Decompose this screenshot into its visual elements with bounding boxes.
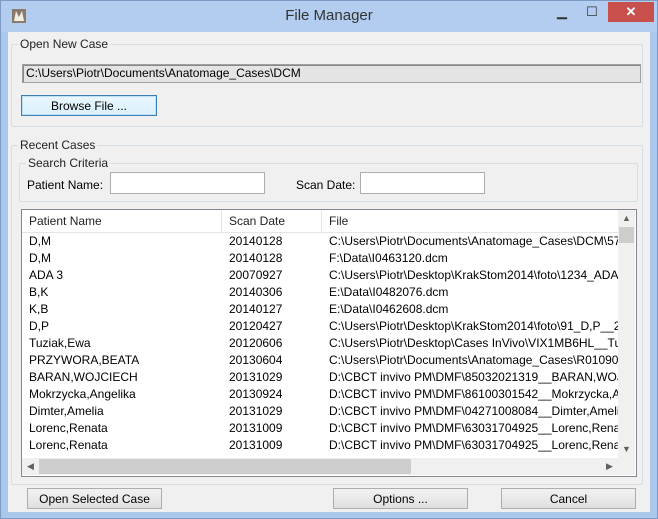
scroll-down-arrow-icon[interactable]: ▼ [618, 441, 635, 458]
table-row[interactable]: D,M 20140128 F:\Data\I0463120.dcm [22, 250, 618, 267]
title-bar[interactable]: File Manager ▁ ☐ ✕ [1, 1, 657, 32]
scan-date-input[interactable] [360, 172, 485, 194]
cell-file: D:\CBCT invivo PM\DMF\63031704925__Loren… [329, 421, 618, 435]
scrollbar-corner [618, 458, 635, 475]
table-row[interactable]: K,B 20140127 E:\Data\I0462608.dcm [22, 301, 618, 318]
table-row[interactable]: Mokrzycka,Angelika 20130924 D:\CBCT invivo… [22, 386, 618, 403]
cell-scan-date: 20120606 [229, 336, 283, 350]
cell-scan-date: 20131029 [229, 404, 283, 418]
case-path-field[interactable]: C:\Users\Piotr\Documents\Anatomage_Cases… [22, 64, 641, 83]
open-selected-case-button[interactable]: Open Selected Case [27, 488, 162, 509]
cell-scan-date: 20140128 [229, 251, 283, 265]
table-row[interactable]: Lorenc,Renata 20131009 D:\CBCT invivo PM\D… [22, 437, 618, 454]
cell-scan-date: 20131009 [229, 421, 283, 435]
cell-patient-name: B,K [29, 285, 49, 299]
table-row[interactable]: ADA 3 20070927 C:\Users\Piotr\Desktop\Krak… [22, 267, 618, 284]
cell-file: C:\Users\Piotr\Desktop\Cases InVivo\VIX1… [329, 336, 618, 350]
options-button[interactable]: Options ... [333, 488, 468, 509]
cell-patient-name: Mokrzycka,Angelika [29, 387, 136, 401]
recent-cases-list[interactable]: Patient Name Scan Date File D,M 20140128 C… [21, 209, 637, 477]
table-row[interactable]: B,K 20140306 E:\Data\I0482076.dcm [22, 284, 618, 301]
cell-patient-name: Tuziak,Ewa [29, 336, 91, 350]
cancel-button[interactable]: Cancel [501, 488, 636, 509]
cell-file: E:\Data\I0462608.dcm [329, 302, 449, 316]
cell-scan-date: 20140127 [229, 302, 283, 316]
table-row[interactable]: Lorenc,Renata 20131009 D:\CBCT invivo PM\D… [22, 420, 618, 437]
cell-file: E:\Data\I0482076.dcm [329, 285, 449, 299]
cell-file: D:\CBCT invivo PM\DMF\85032021319__BARAN… [329, 370, 618, 384]
table-row[interactable]: D,M 20140128 C:\Users\Piotr\Documents\Anat… [22, 233, 618, 250]
patient-name-input[interactable] [110, 172, 265, 194]
cell-patient-name: Lorenc,Renata [29, 421, 108, 435]
table-row[interactable]: PRZYWORA,BEATA 20130604 C:\Users\Piotr\Doc… [22, 352, 618, 369]
cell-scan-date: 20140306 [229, 285, 283, 299]
cell-file: F:\Data\I0463120.dcm [329, 251, 448, 265]
browse-file-button[interactable]: Browse File ... [21, 95, 157, 116]
search-criteria-legend: Search Criteria [28, 156, 109, 170]
cell-file: D:\CBCT invivo PM\DMF\04271008084__Dimte… [329, 404, 618, 418]
table-row[interactable]: Tuziak,Ewa 20120606 C:\Users\Piotr\Desktop… [22, 335, 618, 352]
cell-scan-date: 20130604 [229, 353, 283, 367]
cell-file: D:\CBCT invivo PM\DMF\86100301542__Mokrz… [329, 387, 618, 401]
column-header-file[interactable]: File [322, 210, 618, 232]
minimize-button[interactable]: ▁ [549, 2, 575, 22]
table-row[interactable]: D,P 20120427 C:\Users\Piotr\Desktop\KrakSt… [22, 318, 618, 335]
scroll-up-arrow-icon[interactable]: ▲ [618, 210, 635, 227]
maximize-button[interactable]: ☐ [579, 2, 605, 22]
horizontal-scroll-thumb[interactable] [39, 459, 411, 474]
cell-patient-name: BARAN,WOJCIECH [29, 370, 138, 384]
vertical-scrollbar[interactable]: ▲ ▼ [618, 210, 635, 458]
cell-scan-date: 20070927 [229, 268, 283, 282]
column-header-scan-date[interactable]: Scan Date [222, 210, 322, 232]
cell-scan-date: 20140128 [229, 234, 283, 248]
cell-file: C:\Users\Piotr\Desktop\KrakStom2014\foto… [329, 268, 618, 282]
horizontal-scrollbar[interactable]: ◀ ▶ [22, 458, 618, 475]
cell-patient-name: K,B [29, 302, 49, 316]
client-area: Open New Case C:\Users\Piotr\Documents\A… [8, 32, 650, 512]
file-manager-window: File Manager ▁ ☐ ✕ Open New Case C:\User… [0, 0, 658, 519]
table-row[interactable]: Dimter,Amelia 20131029 D:\CBCT invivo PM\D… [22, 403, 618, 420]
cell-patient-name: D,P [29, 319, 50, 333]
scroll-left-arrow-icon[interactable]: ◀ [22, 458, 39, 475]
open-new-case-legend: Open New Case [20, 37, 109, 51]
cell-patient-name: D,M [29, 234, 51, 248]
scroll-right-arrow-icon[interactable]: ▶ [601, 458, 618, 475]
cell-file: C:\Users\Piotr\Desktop\KrakStom2014\foto… [329, 319, 618, 333]
table-row[interactable]: BARAN,WOJCIECH 20131029 D:\CBCT invivo PM\… [22, 369, 618, 386]
cell-scan-date: 20130924 [229, 387, 283, 401]
vertical-scroll-thumb[interactable] [619, 227, 634, 243]
cell-patient-name: Lorenc,Renata [29, 438, 108, 452]
cell-file: D:\CBCT invivo PM\DMF\63031704925__Loren… [329, 438, 618, 452]
cell-patient-name: ADA 3 [29, 268, 64, 282]
close-button[interactable]: ✕ [608, 2, 654, 22]
scan-date-label: Scan Date: [296, 178, 356, 192]
cell-scan-date: 20131029 [229, 370, 283, 384]
cell-file: C:\Users\Piotr\Documents\Anatomage_Cases… [329, 234, 618, 248]
cell-patient-name: Dimter,Amelia [29, 404, 104, 418]
cell-scan-date: 20120427 [229, 319, 283, 333]
cell-patient-name: PRZYWORA,BEATA [29, 353, 140, 367]
cell-patient-name: D,M [29, 251, 51, 265]
recent-cases-legend: Recent Cases [20, 138, 96, 152]
column-header-patient-name[interactable]: Patient Name [22, 210, 222, 232]
patient-name-label: Patient Name: [27, 178, 104, 192]
list-header: Patient Name Scan Date File [22, 210, 618, 233]
cell-scan-date: 20131009 [229, 438, 283, 452]
list-rows: D,M 20140128 C:\Users\Piotr\Documents\Anat… [22, 233, 618, 454]
cell-file: C:\Users\Piotr\Documents\Anatomage_Cases… [329, 353, 618, 367]
